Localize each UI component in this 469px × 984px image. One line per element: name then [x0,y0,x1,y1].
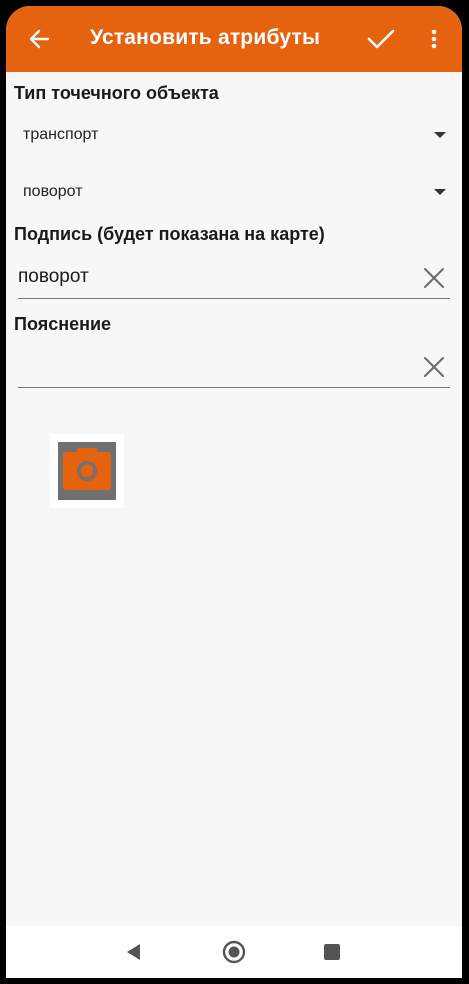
category-dropdown[interactable]: транспорт [14,116,446,156]
home-circle-icon [222,940,246,964]
more-vert-icon [431,29,437,49]
nav-home-button[interactable] [220,938,248,966]
caption-field-value: поворот [18,266,89,287]
phone-frame: Установить атрибуты Тип точечного объект… [0,0,469,984]
overflow-menu-button[interactable] [424,24,444,54]
dropdown-arrow-icon [434,132,446,138]
nav-back-button[interactable] [120,938,148,966]
arrow-back-icon [29,29,50,49]
check-icon [367,29,395,49]
camera-icon [63,448,111,490]
triangle-back-icon [127,944,140,960]
page-title: Установить атрибуты [90,26,321,49]
subtype-dropdown[interactable]: поворот [14,173,446,213]
type-section-label: Тип точечного объекта [14,83,219,103]
category-dropdown-value: транспорт [23,126,99,143]
clear-icon[interactable] [422,266,446,290]
note-section-label: Пояснение [14,314,112,334]
system-nav-bar [6,926,462,978]
back-button[interactable] [24,24,54,54]
nav-recents-button[interactable] [318,938,346,966]
caption-section-label: Подпись (будет показана на карте) [14,224,325,244]
clear-icon[interactable] [422,355,446,379]
photo-placeholder [58,442,116,500]
subtype-dropdown-value: поворот [23,183,83,200]
confirm-button[interactable] [364,24,398,54]
app-bar: Установить атрибуты [6,6,462,72]
note-field[interactable] [18,347,450,388]
caption-field[interactable]: поворот [18,258,450,299]
square-recents-icon [324,944,340,960]
dropdown-arrow-icon [434,189,446,195]
add-photo-button[interactable] [50,434,124,508]
app-screen: Установить атрибуты Тип точечного объект… [6,6,462,978]
